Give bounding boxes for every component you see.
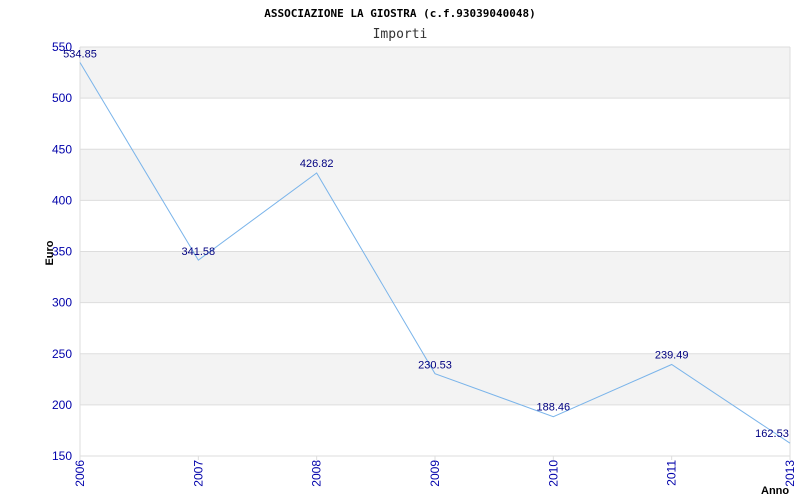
y-tick-label: 400 xyxy=(52,193,72,207)
x-axis-label: Anno xyxy=(761,485,789,497)
data-label: 230.53 xyxy=(418,360,452,372)
grid-band xyxy=(80,302,790,354)
grid-band xyxy=(80,98,790,150)
grid-band xyxy=(80,251,790,303)
y-tick-label: 300 xyxy=(52,296,72,310)
grid-band xyxy=(80,149,790,201)
data-label: 162.53 xyxy=(755,428,789,440)
y-tick-label: 200 xyxy=(52,398,72,412)
x-tick-label: 2007 xyxy=(191,460,205,487)
x-tick-label: 2011 xyxy=(665,460,679,486)
chart-title: ASSOCIAZIONE LA GIOSTRA (c.f.93039040048… xyxy=(264,7,536,20)
x-tick-label: 2008 xyxy=(310,460,324,487)
x-tick-label: 2006 xyxy=(73,460,87,487)
data-label: 341.58 xyxy=(182,246,216,258)
chart-subtitle: Importi xyxy=(373,27,428,42)
y-tick-label: 250 xyxy=(52,347,72,361)
y-tick-label: 150 xyxy=(52,449,72,463)
y-axis-label: Euro xyxy=(44,240,56,265)
y-tick-label: 500 xyxy=(52,91,72,105)
grid-band xyxy=(80,404,790,456)
data-label: 239.49 xyxy=(655,349,689,361)
x-tick-label: 2013 xyxy=(783,460,797,487)
y-tick-label: 450 xyxy=(52,142,72,156)
data-label: 188.46 xyxy=(537,402,571,414)
x-tick-label: 2010 xyxy=(546,460,560,487)
chart: ASSOCIAZIONE LA GIOSTRA (c.f.93039040048… xyxy=(44,7,797,497)
grid-band xyxy=(80,200,790,252)
x-axis-ticks: 2006 2007 2008 2009 2010 2011 2013 xyxy=(73,460,797,487)
x-tick-label: 2009 xyxy=(428,460,442,487)
grid-band xyxy=(80,47,790,99)
data-label: 534.85 xyxy=(63,48,97,60)
data-label: 426.82 xyxy=(300,158,334,170)
